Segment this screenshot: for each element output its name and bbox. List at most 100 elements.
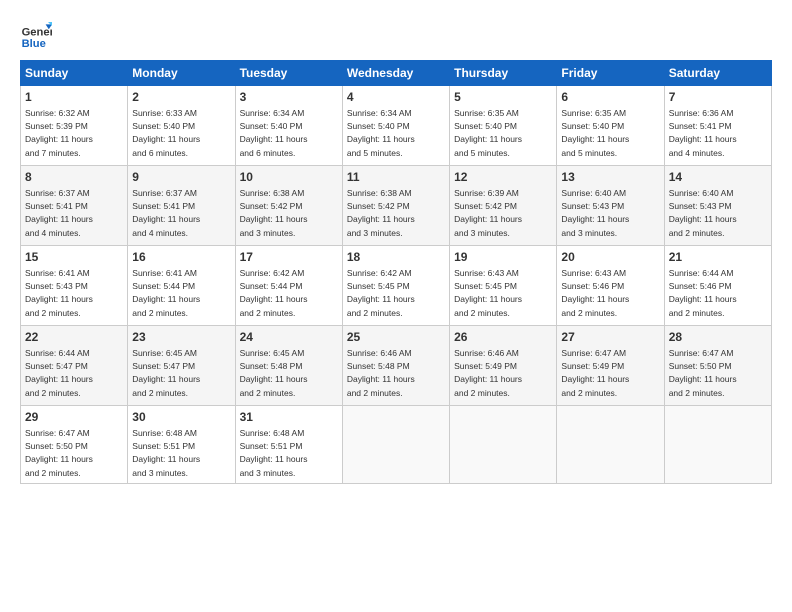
day-number: 25 <box>347 329 445 346</box>
calendar-week-row: 8 Sunrise: 6:37 AMSunset: 5:41 PMDaylight… <box>21 166 772 246</box>
calendar-week-row: 29 Sunrise: 6:47 AMSunset: 5:50 PMDayligh… <box>21 406 772 484</box>
day-number: 10 <box>240 169 338 186</box>
day-number: 20 <box>561 249 659 266</box>
day-info: Sunrise: 6:35 AMSunset: 5:40 PMDaylight:… <box>454 108 522 158</box>
day-number: 12 <box>454 169 552 186</box>
calendar-cell: 30 Sunrise: 6:48 AMSunset: 5:51 PMDayligh… <box>128 406 235 484</box>
calendar-cell: 11 Sunrise: 6:38 AMSunset: 5:42 PMDayligh… <box>342 166 449 246</box>
day-number: 19 <box>454 249 552 266</box>
calendar-cell: 31 Sunrise: 6:48 AMSunset: 5:51 PMDayligh… <box>235 406 342 484</box>
calendar-header-row: Sunday Monday Tuesday Wednesday Thursday… <box>21 61 772 86</box>
calendar-cell: 19 Sunrise: 6:43 AMSunset: 5:45 PMDayligh… <box>450 246 557 326</box>
day-number: 21 <box>669 249 767 266</box>
day-info: Sunrise: 6:48 AMSunset: 5:51 PMDaylight:… <box>132 428 200 478</box>
calendar-cell: 29 Sunrise: 6:47 AMSunset: 5:50 PMDayligh… <box>21 406 128 484</box>
day-number: 13 <box>561 169 659 186</box>
day-number: 16 <box>132 249 230 266</box>
day-info: Sunrise: 6:48 AMSunset: 5:51 PMDaylight:… <box>240 428 308 478</box>
day-number: 17 <box>240 249 338 266</box>
day-info: Sunrise: 6:41 AMSunset: 5:44 PMDaylight:… <box>132 268 200 318</box>
calendar-week-row: 15 Sunrise: 6:41 AMSunset: 5:43 PMDayligh… <box>21 246 772 326</box>
day-number: 31 <box>240 409 338 426</box>
day-number: 15 <box>25 249 123 266</box>
calendar-cell <box>450 406 557 484</box>
day-number: 26 <box>454 329 552 346</box>
day-number: 23 <box>132 329 230 346</box>
day-number: 29 <box>25 409 123 426</box>
day-info: Sunrise: 6:43 AMSunset: 5:46 PMDaylight:… <box>561 268 629 318</box>
page: General Blue Sunday Monday Tuesday Wedne… <box>0 0 792 612</box>
day-info: Sunrise: 6:36 AMSunset: 5:41 PMDaylight:… <box>669 108 737 158</box>
day-info: Sunrise: 6:42 AMSunset: 5:45 PMDaylight:… <box>347 268 415 318</box>
day-info: Sunrise: 6:47 AMSunset: 5:50 PMDaylight:… <box>669 348 737 398</box>
day-info: Sunrise: 6:46 AMSunset: 5:49 PMDaylight:… <box>454 348 522 398</box>
day-info: Sunrise: 6:40 AMSunset: 5:43 PMDaylight:… <box>561 188 629 238</box>
day-number: 3 <box>240 89 338 106</box>
header-monday: Monday <box>128 61 235 86</box>
day-info: Sunrise: 6:40 AMSunset: 5:43 PMDaylight:… <box>669 188 737 238</box>
day-info: Sunrise: 6:35 AMSunset: 5:40 PMDaylight:… <box>561 108 629 158</box>
logo: General Blue <box>20 18 56 50</box>
day-number: 6 <box>561 89 659 106</box>
day-number: 18 <box>347 249 445 266</box>
logo-icon: General Blue <box>20 18 52 50</box>
calendar-cell <box>557 406 664 484</box>
calendar-cell: 14 Sunrise: 6:40 AMSunset: 5:43 PMDayligh… <box>664 166 771 246</box>
calendar-cell: 24 Sunrise: 6:45 AMSunset: 5:48 PMDayligh… <box>235 326 342 406</box>
calendar-cell: 7Sunrise: 6:36 AMSunset: 5:41 PMDaylight… <box>664 86 771 166</box>
day-info: Sunrise: 6:43 AMSunset: 5:45 PMDaylight:… <box>454 268 522 318</box>
calendar-cell: 26 Sunrise: 6:46 AMSunset: 5:49 PMDayligh… <box>450 326 557 406</box>
header-thursday: Thursday <box>450 61 557 86</box>
day-number: 22 <box>25 329 123 346</box>
day-info: Sunrise: 6:45 AMSunset: 5:47 PMDaylight:… <box>132 348 200 398</box>
day-info: Sunrise: 6:39 AMSunset: 5:42 PMDaylight:… <box>454 188 522 238</box>
calendar-week-row: 1 Sunrise: 6:32 AMSunset: 5:39 PMDaylight… <box>21 86 772 166</box>
day-info: Sunrise: 6:33 AMSunset: 5:40 PMDaylight:… <box>132 108 200 158</box>
day-info: Sunrise: 6:38 AMSunset: 5:42 PMDaylight:… <box>347 188 415 238</box>
svg-text:Blue: Blue <box>22 38 46 50</box>
header-tuesday: Tuesday <box>235 61 342 86</box>
header-friday: Friday <box>557 61 664 86</box>
header: General Blue <box>20 18 772 50</box>
day-info: Sunrise: 6:47 AMSunset: 5:50 PMDaylight:… <box>25 428 93 478</box>
day-number: 11 <box>347 169 445 186</box>
calendar-cell: 5 Sunrise: 6:35 AMSunset: 5:40 PMDaylight… <box>450 86 557 166</box>
day-number: 1 <box>25 89 123 106</box>
day-number: 24 <box>240 329 338 346</box>
calendar-cell: 18 Sunrise: 6:42 AMSunset: 5:45 PMDayligh… <box>342 246 449 326</box>
day-info: Sunrise: 6:32 AMSunset: 5:39 PMDaylight:… <box>25 108 93 158</box>
calendar-cell: 27Sunrise: 6:47 AMSunset: 5:49 PMDayligh… <box>557 326 664 406</box>
calendar-cell: 10 Sunrise: 6:38 AMSunset: 5:42 PMDayligh… <box>235 166 342 246</box>
calendar-cell: 21 Sunrise: 6:44 AMSunset: 5:46 PMDayligh… <box>664 246 771 326</box>
day-info: Sunrise: 6:46 AMSunset: 5:48 PMDaylight:… <box>347 348 415 398</box>
calendar-cell <box>342 406 449 484</box>
day-info: Sunrise: 6:34 AMSunset: 5:40 PMDaylight:… <box>240 108 308 158</box>
calendar-cell: 20 Sunrise: 6:43 AMSunset: 5:46 PMDayligh… <box>557 246 664 326</box>
calendar-table: Sunday Monday Tuesday Wednesday Thursday… <box>20 60 772 484</box>
calendar-cell: 23 Sunrise: 6:45 AMSunset: 5:47 PMDayligh… <box>128 326 235 406</box>
day-number: 5 <box>454 89 552 106</box>
svg-text:General: General <box>22 27 52 39</box>
calendar-cell: 13 Sunrise: 6:40 AMSunset: 5:43 PMDayligh… <box>557 166 664 246</box>
calendar-cell: 9Sunrise: 6:37 AMSunset: 5:41 PMDaylight… <box>128 166 235 246</box>
calendar-cell: 25 Sunrise: 6:46 AMSunset: 5:48 PMDayligh… <box>342 326 449 406</box>
day-info: Sunrise: 6:37 AMSunset: 5:41 PMDaylight:… <box>25 188 93 238</box>
day-number: 8 <box>25 169 123 186</box>
day-info: Sunrise: 6:47 AMSunset: 5:49 PMDaylight:… <box>561 348 629 398</box>
day-info: Sunrise: 6:45 AMSunset: 5:48 PMDaylight:… <box>240 348 308 398</box>
day-number: 14 <box>669 169 767 186</box>
day-number: 28 <box>669 329 767 346</box>
day-number: 30 <box>132 409 230 426</box>
calendar-cell: 4Sunrise: 6:34 AMSunset: 5:40 PMDaylight… <box>342 86 449 166</box>
header-wednesday: Wednesday <box>342 61 449 86</box>
calendar-cell: 17 Sunrise: 6:42 AMSunset: 5:44 PMDayligh… <box>235 246 342 326</box>
day-info: Sunrise: 6:41 AMSunset: 5:43 PMDaylight:… <box>25 268 93 318</box>
calendar-cell: 15 Sunrise: 6:41 AMSunset: 5:43 PMDayligh… <box>21 246 128 326</box>
day-info: Sunrise: 6:42 AMSunset: 5:44 PMDaylight:… <box>240 268 308 318</box>
calendar-cell: 28 Sunrise: 6:47 AMSunset: 5:50 PMDayligh… <box>664 326 771 406</box>
day-info: Sunrise: 6:44 AMSunset: 5:46 PMDaylight:… <box>669 268 737 318</box>
calendar-week-row: 22Sunrise: 6:44 AMSunset: 5:47 PMDayligh… <box>21 326 772 406</box>
day-info: Sunrise: 6:38 AMSunset: 5:42 PMDaylight:… <box>240 188 308 238</box>
calendar-cell: 12 Sunrise: 6:39 AMSunset: 5:42 PMDayligh… <box>450 166 557 246</box>
calendar-cell: 8 Sunrise: 6:37 AMSunset: 5:41 PMDaylight… <box>21 166 128 246</box>
